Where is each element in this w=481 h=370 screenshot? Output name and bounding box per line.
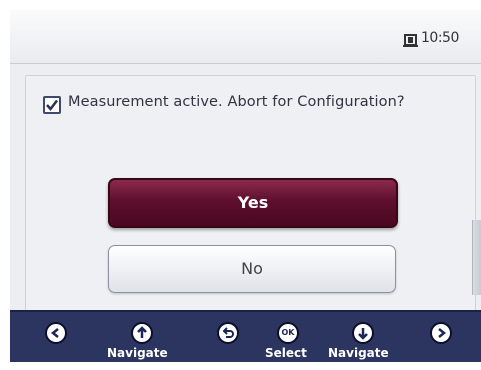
dialog-message: Measurement active. Abort for Configurat… bbox=[68, 94, 405, 110]
ok-icon[interactable]: OK bbox=[277, 322, 299, 344]
arrow-down-icon[interactable] bbox=[352, 322, 374, 344]
yes-button[interactable]: Yes bbox=[108, 178, 398, 228]
status-time: 10:50 bbox=[421, 30, 459, 46]
no-button[interactable]: No bbox=[108, 245, 396, 293]
ok-glyph: OK bbox=[281, 328, 295, 337]
navigation-bar: Navigate OK Select Navigate bbox=[10, 310, 481, 362]
status-bar: 10:50 bbox=[10, 10, 481, 64]
arrow-up-icon[interactable] bbox=[131, 322, 153, 344]
back-icon[interactable] bbox=[217, 322, 239, 344]
scroll-edge bbox=[472, 220, 481, 295]
device-status-icon bbox=[403, 34, 418, 47]
nav-label-navigate-up: Navigate bbox=[107, 346, 168, 360]
nav-label-navigate-down: Navigate bbox=[328, 346, 389, 360]
device-screen: 10:50 Measurement active. Abort for Conf… bbox=[10, 10, 481, 362]
arrow-left-icon[interactable] bbox=[45, 322, 67, 344]
checkmark-icon bbox=[46, 99, 58, 111]
active-checkbox bbox=[43, 96, 61, 114]
nav-label-select: Select bbox=[265, 346, 307, 360]
arrow-right-icon[interactable] bbox=[430, 322, 452, 344]
